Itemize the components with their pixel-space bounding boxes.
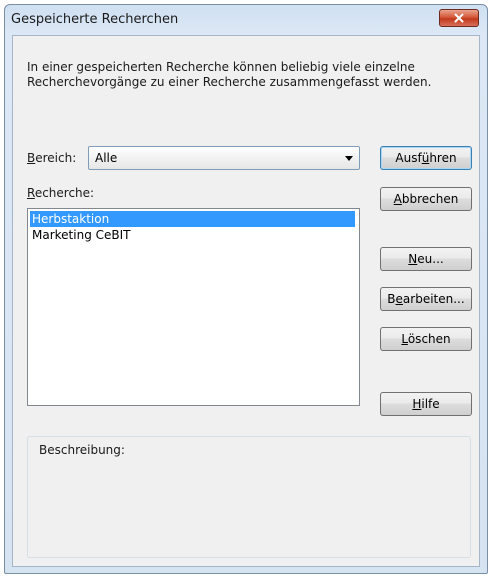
- bearbeiten-button[interactable]: Bearbeiten...: [380, 287, 472, 311]
- bereich-dropdown[interactable]: Alle: [88, 146, 360, 170]
- neu-button[interactable]: Neu...: [380, 247, 472, 271]
- abbrechen-button[interactable]: Abbrechen: [380, 187, 472, 211]
- dialog-client-area: In einer gespeicherten Recherche können …: [12, 35, 480, 567]
- beschreibung-label: Beschreibung:: [39, 443, 125, 457]
- ausfuehren-button[interactable]: Ausführen: [380, 146, 472, 170]
- title-bar[interactable]: Gespeicherte Recherchen: [5, 5, 487, 35]
- bereich-label: Bereich:: [27, 151, 77, 165]
- close-icon: [454, 13, 464, 23]
- recherche-label: Recherche:: [27, 186, 95, 200]
- dialog-window: Gespeicherte Recherchen In einer gespeic…: [4, 4, 488, 574]
- list-item[interactable]: Marketing CeBIT: [30, 227, 355, 243]
- hilfe-button[interactable]: Hilfe: [380, 392, 472, 416]
- close-button[interactable]: [439, 9, 479, 27]
- bereich-dropdown-value: Alle: [95, 151, 118, 165]
- loeschen-button[interactable]: Löschen: [380, 327, 472, 351]
- window-title: Gespeicherte Recherchen: [11, 12, 179, 27]
- list-item[interactable]: Herbstaktion: [30, 211, 355, 227]
- chevron-down-icon: [345, 156, 353, 161]
- recherche-listbox[interactable]: Herbstaktion Marketing CeBIT: [27, 208, 360, 406]
- intro-text: In einer gespeicherten Recherche können …: [27, 60, 432, 89]
- beschreibung-groupbox: Beschreibung:: [27, 436, 471, 558]
